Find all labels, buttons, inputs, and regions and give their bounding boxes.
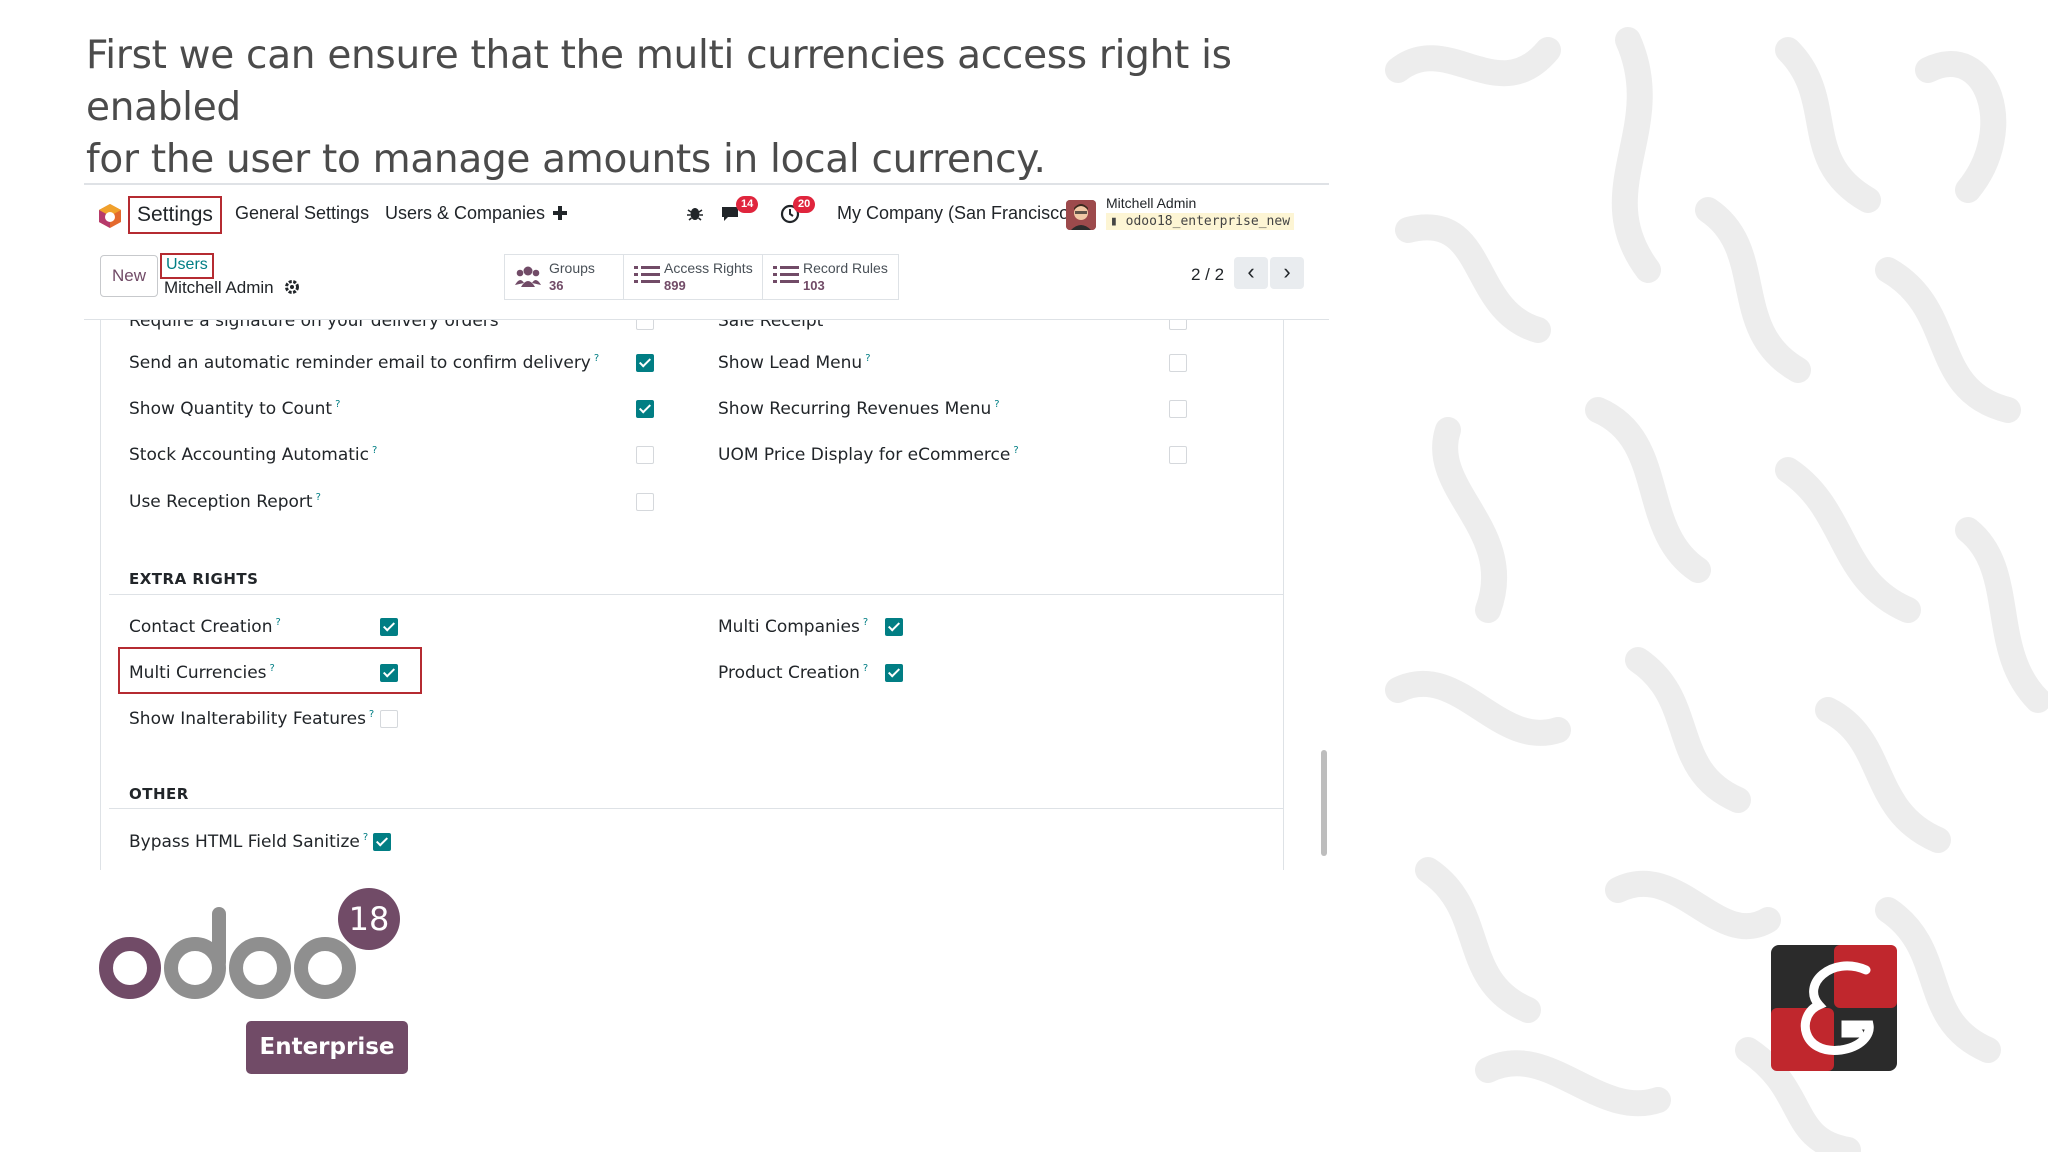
section-divider [109,594,1283,595]
right-label: Stock Accounting Automatic? [129,445,378,465]
user-name[interactable]: Mitchell Admin [1106,195,1196,211]
scrollbar[interactable] [1318,320,1328,870]
list-icon [773,266,799,283]
messages-badge: 14 [736,196,759,213]
form-sheet: Require a signature on your delivery ord… [100,320,1284,870]
right-checkbox[interactable] [636,493,654,511]
right-label: UOM Price Display for eCommerce? [718,445,1019,465]
control-panel: New Users Mitchell Admin Groups 36 Acces… [84,243,1329,320]
right-label-multi-currencies: Multi Currencies? [129,663,275,683]
help-icon[interactable]: ? [863,617,868,628]
help-icon[interactable]: ? [316,492,321,503]
help-icon[interactable]: ? [270,663,275,674]
smart-access-title: Access Rights [664,260,753,276]
help-icon[interactable]: ? [372,445,377,456]
right-label: Send an automatic reminder email to conf… [129,353,600,373]
enterprise-badge: Enterprise [246,1021,408,1074]
pager-next-button[interactable]: › [1270,257,1304,289]
users-icon [515,266,541,287]
right-checkbox[interactable] [1169,354,1187,372]
help-icon[interactable]: ? [594,353,599,364]
top-navbar: Settings General Settings Users & Compan… [84,185,1329,243]
smart-rules-title: Record Rules [803,260,888,276]
help-icon[interactable]: ? [865,353,870,364]
breadcrumb-record: Mitchell Admin [164,278,274,297]
right-label: Bypass HTML Field Sanitize? [129,832,369,852]
smart-groups-count: 36 [549,278,564,293]
smart-groups-title: Groups [549,260,595,276]
right-label: Require a signature on your delivery ord… [129,320,499,331]
section-title-other: OTHER [129,785,189,803]
company-switcher[interactable]: My Company (San Francisco) [837,196,1075,230]
right-label: Multi Companies? [718,617,869,637]
database-name: ▮ odoo18_enterprise_new [1106,213,1295,230]
breadcrumb-users[interactable]: Users [160,253,214,279]
help-icon[interactable]: ? [994,399,999,410]
menu-general-settings[interactable]: General Settings [235,196,369,230]
right-label: Show Lead Menu? [718,353,871,373]
right-checkbox[interactable] [1169,446,1187,464]
right-checkbox[interactable] [380,618,398,636]
smart-button-record-rules[interactable]: Record Rules 103 [762,254,899,300]
pager-value[interactable]: 2 / 2 [1191,265,1224,285]
smart-rules-count: 103 [803,278,825,293]
section-divider [109,808,1283,809]
app-settings-menu[interactable]: Settings [128,196,222,234]
odoo-screenshot: Settings General Settings Users & Compan… [84,183,1329,870]
smart-button-access-rights[interactable]: Access Rights 899 [623,254,764,300]
right-label: Show Recurring Revenues Menu? [718,399,1000,419]
help-icon[interactable]: ? [863,663,868,674]
gear-icon[interactable] [284,279,300,295]
right-label: Sale Receipt [718,320,824,331]
right-label: Show Inalterability Features? [129,709,375,729]
scrollbar-thumb[interactable] [1321,750,1327,856]
help-icon[interactable]: ? [369,709,374,720]
database-label: odoo18_enterprise_new [1125,214,1291,229]
right-checkbox[interactable] [373,833,391,851]
headline-line-2: for the user to manage amounts in local … [86,137,1046,182]
section-title-extra-rights: EXTRA RIGHTS [129,570,259,588]
right-checkbox[interactable] [636,354,654,372]
chevron-left-icon: ‹ [1247,259,1255,284]
activities-badge: 20 [793,196,816,213]
smart-button-groups[interactable]: Groups 36 [504,254,625,300]
slide-headline: First we can ensure that the multi curre… [86,30,1366,186]
decorative-pattern [1385,27,2048,1152]
right-label: Product Creation? [718,663,869,683]
pager-previous-button[interactable]: ‹ [1234,257,1268,289]
help-icon[interactable]: ? [363,832,368,843]
odoo-app-icon[interactable] [98,203,122,229]
multi-currencies-checkbox[interactable] [380,664,398,682]
right-checkbox[interactable] [636,320,654,330]
right-checkbox[interactable] [636,446,654,464]
chevron-right-icon: › [1283,259,1291,284]
headline-line-1: First we can ensure that the multi curre… [86,33,1232,130]
right-checkbox[interactable] [636,400,654,418]
menu-users-companies[interactable]: Users & Companies [385,196,545,230]
list-icon [634,266,660,283]
right-label: Show Quantity to Count? [129,399,341,419]
user-avatar[interactable] [1066,200,1096,230]
right-checkbox[interactable] [1169,320,1187,330]
new-button[interactable]: New [100,255,158,297]
plus-icon[interactable] [552,205,568,221]
help-icon[interactable]: ? [1013,445,1018,456]
right-checkbox[interactable] [885,618,903,636]
right-label: Contact Creation? [129,617,281,637]
right-checkbox[interactable] [380,710,398,728]
right-checkbox[interactable] [1169,400,1187,418]
bug-icon[interactable] [686,204,704,222]
right-label: Use Reception Report? [129,492,321,512]
help-icon[interactable]: ? [335,399,340,410]
version-badge: 18 [338,888,400,950]
smart-access-count: 899 [664,278,686,293]
right-checkbox[interactable] [885,664,903,682]
company-brand-logo [1771,945,1897,1071]
database-icon: ▮ [1110,214,1126,229]
help-icon[interactable]: ? [275,617,280,628]
